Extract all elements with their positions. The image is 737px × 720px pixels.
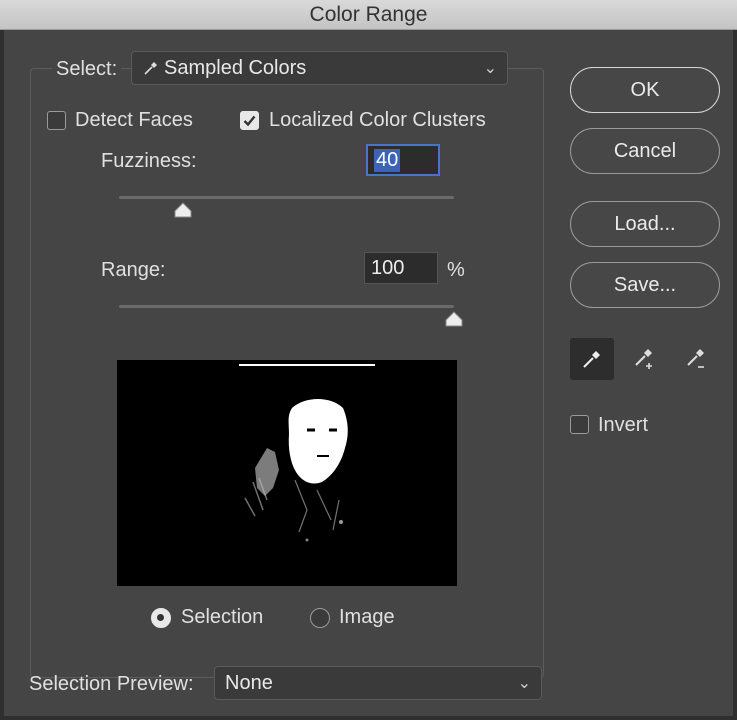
range-unit: % xyxy=(447,259,465,281)
range-slider-track[interactable] xyxy=(119,305,454,308)
selection-radio-label: Selection xyxy=(181,606,264,628)
selection-preview-label: Selection Preview: xyxy=(29,673,194,695)
detect-faces-checkbox[interactable] xyxy=(47,111,66,130)
selection-preview-image xyxy=(117,360,457,586)
selection-preview-dropdown[interactable]: None ⌄ xyxy=(214,666,542,700)
range-input[interactable]: 100 xyxy=(364,252,438,284)
select-dropdown[interactable]: Sampled Colors ⌄ xyxy=(131,51,508,85)
eyedropper-add-icon xyxy=(635,349,652,369)
save-button[interactable]: Save... xyxy=(570,262,720,308)
fuzziness-label: Fuzziness: xyxy=(101,150,197,172)
select-value: Sampled Colors xyxy=(164,56,307,79)
eyedropper-subtract-icon xyxy=(687,349,704,368)
image-radio-label: Image xyxy=(339,606,395,628)
range-label: Range: xyxy=(101,259,166,281)
localized-clusters-label: Localized Color Clusters xyxy=(269,109,486,131)
load-button[interactable]: Load... xyxy=(570,201,720,247)
localized-clusters-checkbox[interactable] xyxy=(240,111,259,130)
eyedropper-tool[interactable] xyxy=(570,338,614,380)
chevron-down-icon: ⌄ xyxy=(517,675,531,692)
eyedropper-icon xyxy=(583,351,600,368)
fuzziness-input[interactable]: 40 xyxy=(366,144,440,176)
cancel-button[interactable]: Cancel xyxy=(570,128,720,174)
fuzziness-slider-track[interactable] xyxy=(119,196,454,199)
range-value: 100 xyxy=(371,256,405,279)
selection-preview-value: None xyxy=(225,671,273,694)
image-radio[interactable] xyxy=(310,608,330,628)
invert-checkbox[interactable] xyxy=(570,415,589,434)
eyedropper-icon xyxy=(142,59,160,77)
ok-button[interactable]: OK xyxy=(570,67,720,113)
title-bar: Color Range xyxy=(0,0,737,30)
selection-radio[interactable] xyxy=(151,608,171,628)
eyedropper-add-tool[interactable] xyxy=(622,338,666,380)
color-range-dialog: Select: Sampled Colors ⌄ Detect Faces Lo… xyxy=(0,30,737,720)
select-label: Select: xyxy=(52,58,122,81)
invert-label: Invert xyxy=(598,414,649,436)
window-title: Color Range xyxy=(309,2,428,26)
chevron-down-icon: ⌄ xyxy=(483,60,497,77)
eyedropper-subtract-tool[interactable] xyxy=(674,338,718,380)
fuzziness-value: 40 xyxy=(374,148,401,172)
detect-faces-label: Detect Faces xyxy=(75,109,193,131)
